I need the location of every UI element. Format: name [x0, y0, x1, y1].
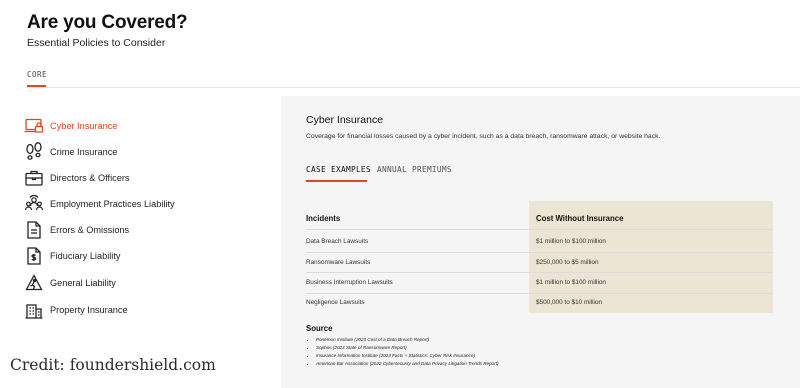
- building-icon: [24, 300, 44, 320]
- table-divider: [306, 252, 773, 253]
- sidebar-item-label: General Liability: [50, 278, 116, 288]
- source-heading: Source: [306, 324, 333, 333]
- table-cell-incident: Negligence Lawsuits: [306, 299, 365, 306]
- caution-icon: [24, 273, 44, 293]
- sidebar-item-directors-officers[interactable]: Directors & Officers: [24, 167, 129, 189]
- sidebar-item-label: Employment Practices Liability: [50, 199, 175, 209]
- table-cell-cost: $1 million to $100 million: [536, 279, 606, 286]
- page-title: Are you Covered?: [27, 12, 188, 33]
- sidebar-item-label: Crime Insurance: [50, 147, 118, 157]
- laptop-lock-icon: [24, 116, 44, 136]
- sidebar-item-general-liability[interactable]: General Liability: [24, 272, 116, 294]
- tab-core[interactable]: CORE: [27, 70, 47, 79]
- panel-description: Coverage for financial losses caused by …: [306, 133, 661, 140]
- tab-case-examples-active-indicator: [306, 180, 367, 182]
- table-divider: [306, 293, 773, 294]
- sidebar-item-property-insurance[interactable]: Property Insurance: [24, 299, 128, 321]
- source-item: American Bar Association (2022 Cybersecu…: [316, 360, 499, 368]
- page-subtitle: Essential Policies to Consider: [27, 37, 166, 49]
- tab-annual-premiums[interactable]: ANNUAL PREMIUMS: [377, 165, 452, 174]
- table-cell-cost: $250,000 to $5 million: [536, 259, 599, 266]
- source-item: Ponemon Institute (2023 Cost of a Data B…: [316, 336, 499, 344]
- sidebar-item-label: Directors & Officers: [50, 173, 130, 183]
- money-document-icon: [24, 246, 44, 266]
- table-cell-cost: $500,000 to $10 million: [536, 299, 603, 306]
- sidebar-item-errors-omissions[interactable]: Errors & Omissions: [24, 219, 129, 241]
- document-icon: [24, 220, 44, 240]
- table-cell-incident: Business Interruption Lawsuits: [306, 279, 393, 286]
- sidebar-item-employment-practices[interactable]: Employment Practices Liability: [24, 193, 175, 215]
- table-divider: [306, 272, 773, 273]
- source-item: Insurance Information Institute (2023 Fa…: [316, 352, 499, 360]
- table-cell-incident: Data Breach Lawsuits: [306, 238, 369, 245]
- sidebar-item-fiduciary-liability[interactable]: Fiduciary Liability: [24, 245, 120, 267]
- people-group-icon: [24, 194, 44, 214]
- briefcase-icon: [24, 168, 44, 188]
- tab-divider: [27, 87, 800, 88]
- sidebar-item-crime-insurance[interactable]: Crime Insurance: [24, 141, 117, 163]
- image-credit: Credit: foundershield.com: [10, 356, 216, 374]
- sidebar-item-cyber-insurance[interactable]: Cyber Insurance: [24, 115, 117, 137]
- table-header-incidents: Incidents: [306, 214, 341, 223]
- sidebar-item-label: Cyber Insurance: [50, 121, 118, 131]
- footprints-icon: [24, 142, 44, 162]
- source-item: Sophos (2023 State of Ransomware Report): [316, 344, 499, 352]
- sidebar-item-label: Property Insurance: [50, 305, 128, 315]
- tab-case-examples[interactable]: CASE EXAMPLES: [306, 165, 371, 174]
- panel-title: Cyber Insurance: [306, 114, 384, 126]
- table-header-cost: Cost Without Insurance: [536, 214, 624, 223]
- table-divider: [306, 229, 773, 230]
- sidebar-item-label: Errors & Omissions: [50, 225, 130, 235]
- policy-detail-panel: Cyber Insurance Coverage for financial l…: [281, 96, 800, 388]
- table-cell-cost: $1 million to $100 million: [536, 238, 606, 245]
- source-list: Ponemon Institute (2023 Cost of a Data B…: [316, 336, 499, 368]
- sidebar-item-label: Fiduciary Liability: [50, 251, 121, 261]
- table-cell-incident: Ransomware Lawsuits: [306, 259, 371, 266]
